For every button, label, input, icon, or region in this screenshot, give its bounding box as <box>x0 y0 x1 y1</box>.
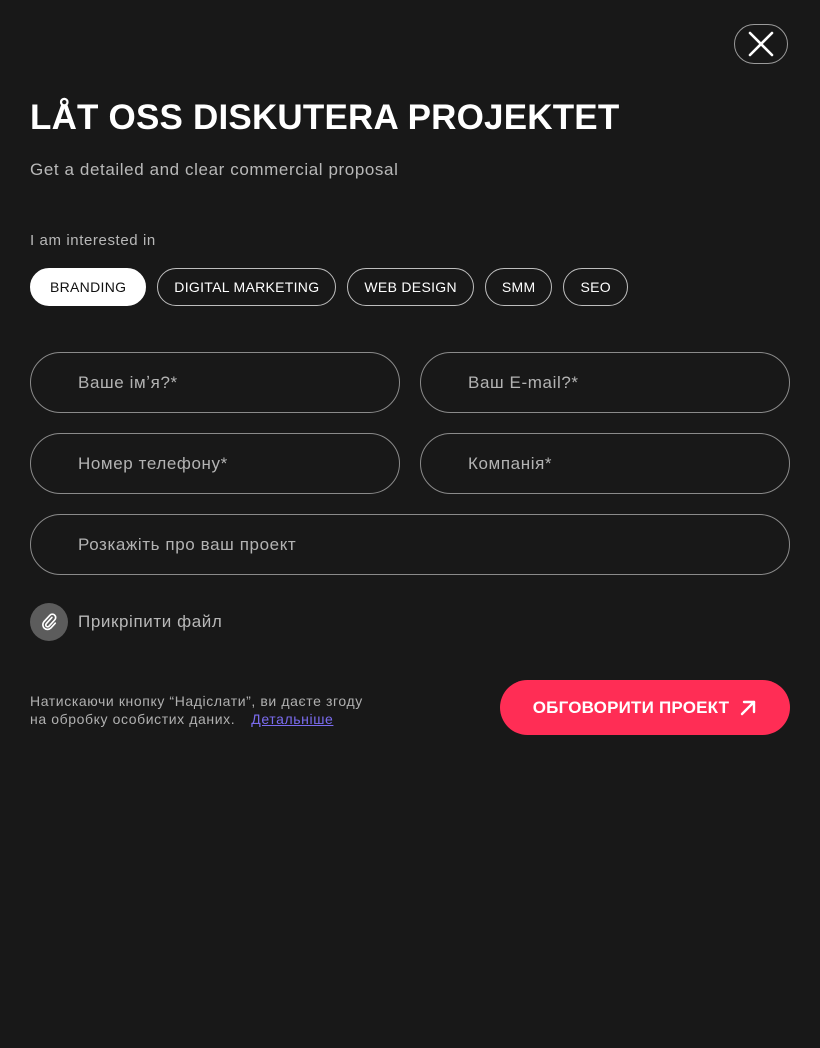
chip-branding[interactable]: BRANDING <box>30 268 147 306</box>
company-field[interactable] <box>420 433 790 494</box>
phone-field[interactable] <box>30 433 400 494</box>
consent-text: Натискаючи кнопку “Надіслати”, ви даєте … <box>30 692 363 728</box>
chip-smm[interactable]: SMM <box>484 268 553 306</box>
chip-digital-marketing[interactable]: DIGITAL MARKETING <box>157 268 337 306</box>
interests-label: I am interested in <box>30 232 156 249</box>
attach-file-button[interactable]: Прикріпити файл <box>30 603 222 641</box>
name-field[interactable] <box>30 352 400 413</box>
arrow-up-right-icon <box>741 700 756 715</box>
details-link[interactable]: Детальніше <box>251 711 333 727</box>
paperclip-icon <box>30 603 68 641</box>
close-button[interactable] <box>734 24 788 64</box>
consent-line-1: Натискаючи кнопку “Надіслати”, ви даєте … <box>30 693 363 709</box>
page-title: LÅT OSS DISKUTERA PROJEKTET <box>30 98 620 137</box>
submit-button[interactable]: ОБГОВОРИТИ ПРОЕКТ <box>500 680 790 735</box>
email-field[interactable] <box>420 352 790 413</box>
attach-file-label: Прикріпити файл <box>78 612 223 631</box>
chip-web-design[interactable]: WEB DESIGN <box>347 268 474 306</box>
project-field[interactable] <box>30 514 790 575</box>
consent-line-2-row: на обробку особистих даних. Детальніше <box>30 710 363 728</box>
page-subtitle: Get a detailed and clear commercial prop… <box>30 160 399 179</box>
submit-label: ОБГОВОРИТИ ПРОЕКТ <box>532 697 730 717</box>
consent-line-2: на обробку особистих даних. <box>30 711 236 727</box>
chip-seo[interactable]: SEO <box>563 268 628 306</box>
close-icon <box>748 31 774 57</box>
interest-chips: BRANDING DIGITAL MARKETING WEB DESIGN SM… <box>30 268 628 306</box>
